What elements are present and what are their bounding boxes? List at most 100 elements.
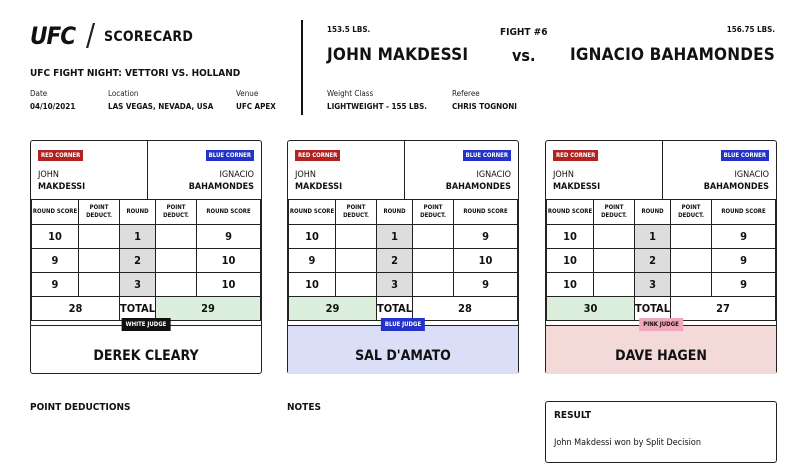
red-deduction (78, 272, 120, 297)
red-deduction (335, 248, 377, 273)
vs-label: vs. (512, 46, 536, 65)
total-row: 30 TOTAL 27 (546, 296, 776, 321)
blue-score: 10 (453, 248, 518, 273)
red-fighter: JOHN MAKDESSI (38, 169, 85, 193)
round-header: ROUND (375, 199, 414, 225)
red-last-name: MAKDESSI (295, 182, 343, 192)
blue-corner-badge: BLUE CORNER (720, 150, 769, 161)
red-deduction (78, 224, 120, 249)
fight-number: FIGHT #6 (500, 27, 548, 38)
judge-badge: PINK JUDGE (639, 318, 683, 331)
blue-round-score-header: ROUND SCORE (196, 199, 261, 225)
table-row: 10 3 9 (288, 272, 518, 297)
red-score: 10 (546, 272, 594, 297)
blue-point-deduct-header: POINT DEDUCT. (670, 199, 713, 225)
red-corner-badge: RED CORNER (553, 150, 599, 161)
judge-name: SAL D'AMATO (355, 348, 451, 364)
red-point-deduct-header: POINT DEDUCT. (78, 199, 120, 225)
score-header-row: ROUND SCORE POINT DEDUCT. ROUND POINT DE… (31, 199, 261, 225)
judge-name: DAVE HAGEN (615, 348, 707, 364)
total-label: TOTAL (118, 296, 157, 321)
table-row: 10 1 9 (31, 224, 261, 249)
result-box: RESULT John Makdessi won by Split Decisi… (545, 401, 777, 463)
table-row: 10 3 9 (546, 272, 776, 297)
blue-deduction (155, 248, 198, 273)
event-title: UFC FIGHT NIGHT: VETTORI VS. HOLLAND (30, 68, 241, 79)
judge-card-2: RED CORNER BLUE CORNER JOHN MAKDESSI IGN… (287, 140, 519, 374)
blue-deduction (412, 248, 455, 273)
red-fighter: JOHN MAKDESSI (295, 169, 342, 193)
red-deduction (593, 272, 635, 297)
judge-footer: BLUE JUDGE SAL D'AMATO (288, 318, 518, 374)
table-row: 9 2 10 (288, 248, 518, 273)
ufc-logo: UFC (30, 22, 76, 50)
blue-corner-badge: BLUE CORNER (462, 150, 511, 161)
score-table: ROUND SCORE POINT DEDUCT. ROUND POINT DE… (288, 199, 518, 321)
date-value: 04/10/2021 (30, 102, 76, 111)
location-label: Location (108, 89, 139, 98)
red-fighter-name: JOHN MAKDESSI (327, 45, 469, 65)
blue-deduction (412, 272, 455, 297)
red-round-score-header: ROUND SCORE (288, 199, 336, 225)
red-deduction (78, 248, 120, 273)
red-deduction (593, 224, 635, 249)
venue-label: Venue (236, 89, 259, 98)
blue-last-name: BAHAMONDES (188, 182, 254, 192)
blue-deduction (670, 248, 713, 273)
header-divider (301, 20, 303, 115)
table-row: 9 2 10 (31, 248, 261, 273)
blue-point-deduct-header: POINT DEDUCT. (155, 199, 198, 225)
blue-first-name: IGNACIO (219, 170, 254, 180)
table-row: 10 1 9 (288, 224, 518, 249)
round-number: 1 (118, 224, 157, 249)
red-first-name: JOHN (295, 170, 316, 180)
round-number: 2 (375, 248, 414, 273)
blue-score: 9 (711, 272, 776, 297)
total-label: TOTAL (633, 296, 672, 321)
result-heading: RESULT (554, 410, 592, 421)
score-header-row: ROUND SCORE POINT DEDUCT. ROUND POINT DE… (288, 199, 518, 225)
red-round-score-header: ROUND SCORE (546, 199, 594, 225)
round-number: 3 (118, 272, 157, 297)
point-deductions-heading: POINT DEDUCTIONS (30, 402, 131, 413)
red-weight: 153.5 LBS. (327, 25, 371, 34)
red-last-name: MAKDESSI (38, 182, 86, 192)
red-last-name: MAKDESSI (553, 182, 601, 192)
red-score: 9 (31, 248, 79, 273)
blue-corner-badge: BLUE CORNER (205, 150, 254, 161)
judge-badge: BLUE JUDGE (380, 318, 426, 331)
table-row: 10 2 9 (546, 248, 776, 273)
round-number: 3 (633, 272, 672, 297)
blue-total: 27 (670, 296, 776, 321)
red-score: 10 (288, 272, 336, 297)
blue-point-deduct-header: POINT DEDUCT. (412, 199, 455, 225)
table-row: 10 1 9 (546, 224, 776, 249)
red-first-name: JOHN (38, 170, 59, 180)
blue-score: 9 (196, 224, 261, 249)
referee-value: CHRIS TOGNONI (452, 102, 517, 111)
logo-divider: / (86, 18, 96, 53)
notes-heading: NOTES (287, 402, 321, 413)
judge-footer: PINK JUDGE DAVE HAGEN (546, 318, 776, 374)
red-deduction (335, 224, 377, 249)
red-score: 10 (31, 224, 79, 249)
blue-score: 9 (711, 224, 776, 249)
red-score: 9 (31, 272, 79, 297)
blue-weight: 156.75 LBS. (726, 25, 775, 34)
blue-score: 9 (453, 272, 518, 297)
blue-score: 9 (453, 224, 518, 249)
round-number: 3 (375, 272, 414, 297)
blue-total: 29 (155, 296, 261, 321)
blue-deduction (670, 272, 713, 297)
judge-name: DEREK CLEARY (93, 348, 199, 364)
referee-label: Referee (452, 89, 480, 98)
blue-score: 10 (196, 272, 261, 297)
blue-total: 28 (412, 296, 518, 321)
round-number: 2 (118, 248, 157, 273)
card-divider (662, 141, 663, 199)
score-table: ROUND SCORE POINT DEDUCT. ROUND POINT DE… (546, 199, 776, 321)
red-total: 30 (546, 296, 635, 321)
blue-deduction (155, 224, 198, 249)
location-value: LAS VEGAS, NEVADA, USA (108, 102, 214, 111)
blue-score: 10 (196, 248, 261, 273)
